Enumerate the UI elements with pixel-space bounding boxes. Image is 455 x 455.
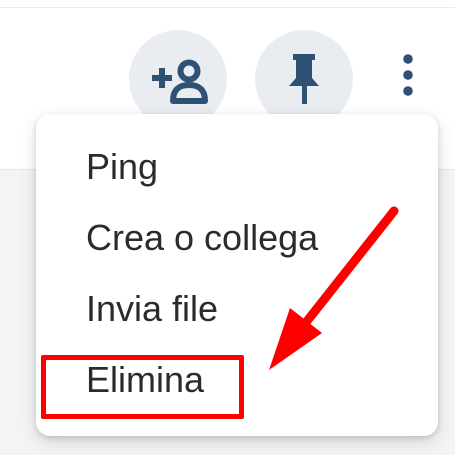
top-divider	[0, 7, 455, 8]
kebab-menu-icon	[403, 54, 413, 96]
annotation-highlight-box	[41, 355, 244, 419]
menu-item-create-or-link[interactable]: Crea o collega	[86, 216, 318, 260]
menu-item-ping[interactable]: Ping	[86, 145, 158, 189]
more-options-button[interactable]	[392, 50, 424, 106]
menu-item-send-file[interactable]: Invia file	[86, 287, 218, 331]
